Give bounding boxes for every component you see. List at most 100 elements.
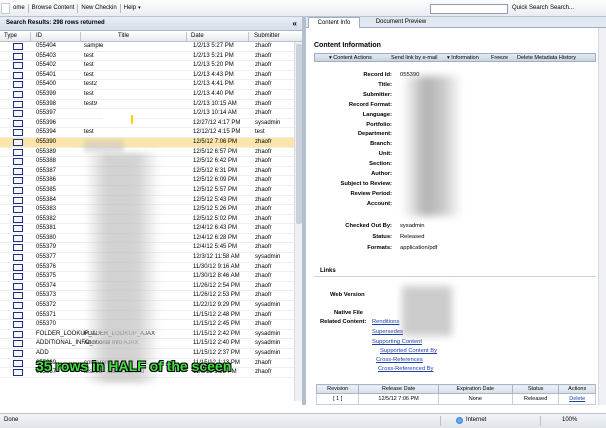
information-menu[interactable]: ▾ Information (447, 55, 479, 61)
row-date: 11/30/12 8:46 AM (193, 273, 240, 280)
row-id[interactable]: 055380 (36, 235, 56, 241)
row-id[interactable]: 055383 (36, 206, 56, 212)
row-id[interactable]: 055385 (36, 187, 56, 193)
table-row[interactable]: 055396 12/27/12 4:17 PM sysadmin (0, 119, 294, 129)
zoom-level[interactable]: 100% (562, 417, 577, 423)
link-supported-content-by[interactable]: Supported Content By (380, 348, 437, 354)
delete-revision-link[interactable]: Delete (558, 393, 596, 405)
row-submitter: test (255, 129, 265, 136)
row-id[interactable]: 055384 (36, 197, 56, 203)
revision-row: [ 1 ] 12/5/12 7:06 PM None Released Dele… (315, 393, 596, 405)
row-title[interactable]: test (84, 129, 94, 135)
delete-metadata-history-button[interactable]: Delete Metadata History (517, 55, 576, 61)
row-title[interactable]: sample (84, 43, 103, 49)
link-supporting-content[interactable]: Supporting Content (372, 339, 422, 345)
row-id[interactable]: 055375 (36, 273, 56, 279)
row-id[interactable]: 055388 (36, 158, 56, 164)
row-title[interactable]: test (84, 53, 94, 59)
row-id[interactable]: 055396 (36, 120, 56, 126)
search-link[interactable]: Search... (550, 5, 574, 11)
menu-browse-content[interactable]: Browse Content (29, 5, 78, 11)
freeze-button[interactable]: Freeze (491, 55, 508, 61)
row-id[interactable]: 055376 (36, 264, 56, 270)
row-id[interactable]: 055372 (36, 302, 56, 308)
row-id[interactable]: 055370 (36, 321, 56, 327)
row-submitter: zhaofr (255, 244, 272, 251)
document-type-icon (13, 148, 23, 156)
row-id[interactable]: 055374 (36, 283, 56, 289)
send-link-email-button[interactable]: Send link by e-mail (391, 55, 437, 61)
row-id[interactable]: 055386 (36, 177, 56, 183)
row-title[interactable]: test2 (84, 81, 97, 87)
column-date[interactable]: Date (191, 33, 204, 39)
collapse-icon[interactable]: « (293, 19, 297, 28)
row-title[interactable]: test (84, 62, 94, 68)
column-title[interactable]: Title (118, 33, 129, 39)
tab-document-preview[interactable]: Document Preview (366, 17, 436, 28)
menu-help[interactable]: Help ▾ (121, 5, 144, 11)
row-id[interactable]: 055398 (36, 101, 56, 107)
table-row[interactable]: 055398 test9 1/2/13 10:15 AM zhaofr (0, 100, 294, 110)
table-row[interactable]: 055390 12/5/12 7:06 PM zhaofr (0, 137, 294, 148)
column-type[interactable]: Type (4, 33, 17, 39)
table-row[interactable]: 055397 1/2/13 10:14 AM zhaofr (0, 109, 294, 119)
row-date: 12/4/12 6:43 PM (193, 225, 238, 232)
revision-header-row: Revision Release Date Expiration Date St… (315, 384, 596, 394)
quick-search-link[interactable]: Quick Search (512, 5, 548, 11)
tab-content-info[interactable]: Content Info (308, 17, 360, 28)
row-id[interactable]: 055403 (36, 53, 56, 59)
column-id[interactable]: ID (36, 33, 42, 39)
document-type-icon (13, 225, 23, 233)
row-id[interactable]: 055382 (36, 216, 56, 222)
results-scrollbar[interactable] (294, 42, 302, 401)
table-row[interactable]: 055403 test 1/2/13 5:21 PM zhaofr (0, 52, 294, 62)
row-id[interactable]: 055381 (36, 225, 56, 231)
table-row[interactable]: 055399 test 1/2/13 4:40 PM zhaofr (0, 90, 294, 100)
row-title[interactable]: test (84, 91, 94, 97)
row-id[interactable]: 055373 (36, 292, 56, 298)
pane-splitter[interactable] (302, 17, 306, 405)
table-row[interactable]: 055402 test 1/2/13 5:20 PM zhaofr (0, 61, 294, 71)
row-date: 1/2/13 5:20 PM (193, 62, 234, 69)
table-row[interactable]: 055401 test 1/2/13 4:43 PM zhaofr (0, 71, 294, 81)
quick-search-input[interactable] (430, 4, 508, 14)
table-row[interactable]: 055404 sample 1/2/13 5:27 PM zhaofr (0, 42, 294, 52)
revision-col-release-date: Release Date (358, 384, 439, 394)
row-id[interactable]: 055389 (36, 149, 56, 155)
row-id[interactable]: 055377 (36, 254, 56, 260)
row-title[interactable]: test (84, 72, 94, 78)
link-cross-referenced-by[interactable]: Cross-Referenced By (378, 366, 433, 372)
redacted-area (402, 286, 452, 336)
link-cross-references[interactable]: Cross-References (376, 357, 423, 363)
row-id[interactable]: 055390 (36, 139, 56, 145)
table-row[interactable]: 055394 test 12/12/12 4:15 PM test (0, 128, 294, 138)
document-type-icon (13, 254, 23, 262)
row-id[interactable]: 055397 (36, 110, 56, 116)
row-id[interactable]: 055404 (36, 43, 56, 49)
row-title[interactable]: test9 (84, 101, 97, 107)
column-submitter[interactable]: Submitter (254, 33, 280, 39)
link-supersedes[interactable]: Supersedes (372, 329, 403, 335)
row-id[interactable]: 055379 (36, 244, 56, 250)
row-id[interactable]: 055371 (36, 312, 56, 318)
row-submitter: zhaofr (255, 263, 272, 270)
row-id[interactable]: 055387 (36, 168, 56, 174)
revision-number[interactable]: [ 1 ] (315, 393, 360, 405)
status-divider (540, 416, 541, 426)
row-id[interactable]: 055402 (36, 62, 56, 68)
row-id[interactable]: 055399 (36, 91, 56, 97)
row-submitter: sysadmin (255, 330, 281, 337)
row-id[interactable]: 055401 (36, 72, 56, 78)
home-box[interactable] (1, 2, 10, 14)
table-row[interactable]: 055400 test2 1/2/13 4:41 PM zhaofr (0, 80, 294, 90)
detail-scrollbar[interactable] (598, 28, 606, 405)
menu-home[interactable]: ome (10, 5, 28, 11)
field-label: Submitter: (363, 91, 392, 98)
link-renditions[interactable]: Renditions (372, 319, 399, 325)
row-id[interactable]: 055400 (36, 81, 56, 87)
field-label: Status: (372, 234, 392, 240)
menu-new-checkin[interactable]: New Checkin (78, 5, 119, 11)
row-id[interactable]: 055394 (36, 129, 56, 135)
row-id[interactable]: ADD (36, 350, 49, 356)
content-actions-menu[interactable]: ▾ Content Actions (329, 55, 372, 61)
